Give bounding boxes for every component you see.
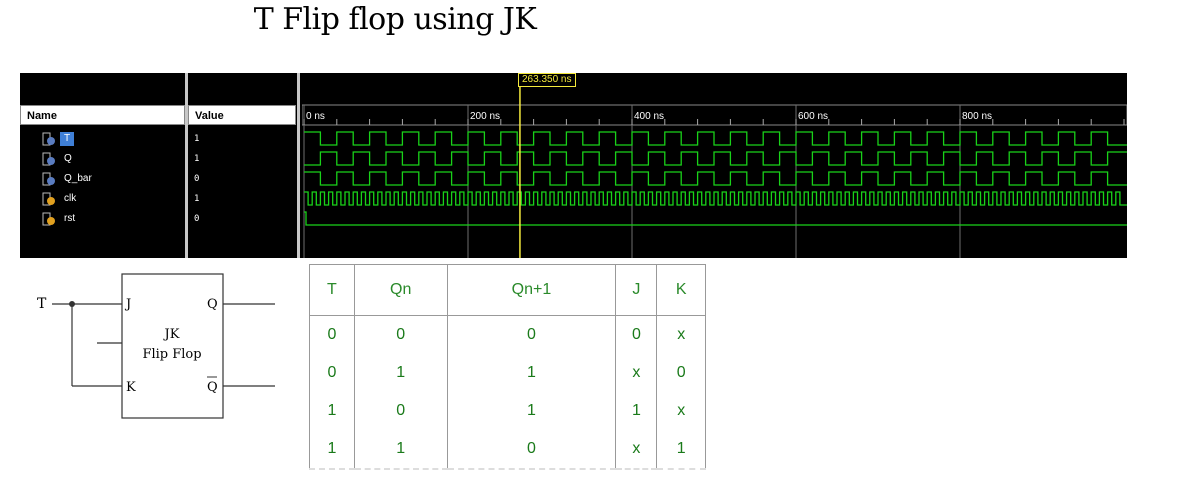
time-tick-label: 600 ns — [798, 111, 828, 122]
waveform-q_bar — [304, 171, 1127, 186]
truth-table-row: 1 1 0 x 1 — [309, 430, 706, 470]
header-j: J — [615, 264, 658, 316]
timeline-strip — [301, 104, 1128, 126]
cell: 0 — [656, 354, 706, 392]
cell: 0 — [309, 315, 355, 354]
cell: 1 — [353, 354, 448, 392]
header-t: T — [309, 264, 355, 316]
cell: 0 — [309, 354, 355, 392]
time-tick-label: 800 ns — [962, 111, 992, 122]
cell: 0 — [353, 392, 448, 430]
cell: 1 — [446, 354, 617, 392]
signal-value: 0 — [194, 174, 200, 184]
waveform-clk — [304, 191, 1127, 206]
block-label-line2: Flip Flop — [142, 347, 201, 362]
signal-name-pane: Name T Q Q_barclk rst — [20, 73, 185, 258]
waveform-rst — [304, 211, 1127, 226]
circuit-schematic: T J K Q Q JK Flip Flop — [37, 273, 275, 419]
signal-icon — [42, 172, 55, 186]
signal-row-clk[interactable]: clk — [20, 189, 185, 209]
cell: 0 — [446, 315, 617, 354]
signal-value: 1 — [194, 134, 200, 144]
signal-icon — [42, 132, 55, 146]
time-tick-label: 400 ns — [634, 111, 664, 122]
cell: 0 — [446, 430, 617, 470]
signal-row-t[interactable]: T — [20, 129, 185, 149]
truth-table-header-row: T Qn Qn+1 J K — [309, 264, 706, 316]
signal-value: 0 — [194, 214, 200, 224]
signal-icon — [42, 212, 55, 226]
name-column-header[interactable]: Name — [20, 105, 185, 125]
input-t-label: T — [37, 296, 47, 312]
cell: x — [656, 315, 706, 354]
cell: x — [615, 430, 658, 470]
signal-icon — [42, 192, 55, 206]
j-pin-label: J — [124, 297, 131, 312]
signal-icon — [42, 152, 55, 166]
signal-value: 1 — [194, 154, 200, 164]
truth-table: T Qn Qn+1 J K 0 0 0 0 x 0 1 1 x 0 1 0 1 … — [309, 264, 706, 470]
cell: 0 — [615, 315, 658, 354]
signal-name: clk — [64, 193, 77, 204]
signal-row-rst[interactable]: rst — [20, 209, 185, 229]
cell: 1 — [309, 430, 355, 470]
cursor-time-label[interactable]: 263.350 ns — [518, 73, 576, 87]
waveform-q — [304, 151, 1127, 166]
block-label-line1: JK — [163, 327, 180, 342]
pane-splitter-2[interactable] — [297, 73, 300, 258]
flipflop-block — [121, 273, 224, 419]
header-qn1: Qn+1 — [446, 264, 617, 316]
signal-row-q_bar[interactable]: Q_bar — [20, 169, 185, 189]
cell: 1 — [615, 392, 658, 430]
signal-value-pane: Value 1 1 0 1 0 — [188, 73, 296, 258]
time-tick-label: 200 ns — [470, 111, 500, 122]
truth-table-row: 0 0 0 0 x — [309, 315, 706, 354]
cell: 1 — [656, 430, 706, 470]
qbar-pin-label: Q — [207, 380, 218, 395]
signal-row-q[interactable]: Q — [20, 149, 185, 169]
cell: x — [615, 354, 658, 392]
waveform-t — [304, 131, 1127, 146]
cell: 1 — [446, 392, 617, 430]
header-qn: Qn — [353, 264, 448, 316]
q-pin-label: Q — [207, 297, 218, 312]
cell: 0 — [353, 315, 448, 354]
value-column-header[interactable]: Value — [188, 105, 296, 125]
waveform-area[interactable]: 0 ns 200 ns 400 ns 600 ns 800 ns — [301, 73, 1128, 258]
cell: 1 — [353, 430, 448, 470]
signal-name: T — [60, 132, 75, 146]
signal-value: 1 — [194, 194, 200, 204]
page-title: T Flip flop using JK — [253, 2, 537, 37]
time-tick-label: 0 ns — [306, 111, 325, 122]
truth-table-row: 1 0 1 1 x — [309, 392, 706, 430]
k-pin-label: K — [126, 380, 136, 395]
signal-name: Q_bar — [64, 173, 92, 184]
waveform-canvas[interactable]: 0 ns 200 ns 400 ns 600 ns 800 ns — [301, 73, 1128, 258]
signal-name: rst — [64, 213, 76, 224]
cell: x — [656, 392, 706, 430]
cell: 1 — [309, 392, 355, 430]
truth-table-row: 0 1 1 x 0 — [309, 354, 706, 392]
header-k: K — [656, 264, 706, 316]
jk-flipflop-diagram: T J K Q Q JK Flip Flop — [25, 268, 285, 428]
signal-name: Q — [64, 153, 72, 164]
waveform-viewer: Name T Q Q_barclk rst Value 1 1 0 1 0 0 ns 200 n… — [20, 73, 1128, 258]
